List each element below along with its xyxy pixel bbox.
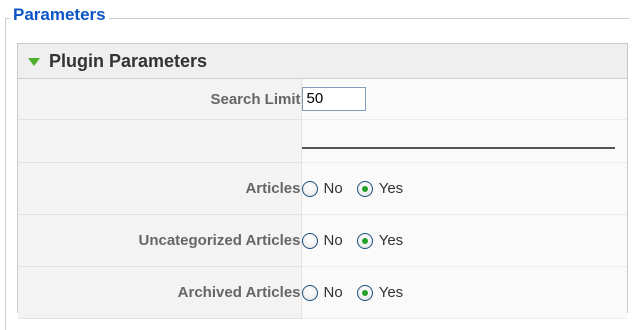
triangle-down-icon[interactable] (28, 58, 40, 66)
search-limit-label: Search Limit (18, 79, 302, 120)
plugin-parameters-header[interactable]: Plugin Parameters (18, 44, 627, 79)
articles-no-label[interactable]: No (324, 180, 343, 197)
articles-row: Articles No Yes (18, 162, 628, 215)
uncategorized-no-radio[interactable] (301, 232, 318, 249)
uncategorized-yes-label[interactable]: Yes (379, 232, 403, 249)
archived-no-radio[interactable] (301, 284, 318, 301)
articles-yes-label[interactable]: Yes (379, 180, 403, 197)
articles-no-radio[interactable] (301, 180, 318, 197)
archived-radio-group: No Yes (301, 284, 628, 301)
archived-articles-label: Archived Articles (18, 266, 302, 319)
articles-radio-group: No Yes (301, 180, 628, 197)
parameters-legend: Parameters (10, 4, 109, 26)
uncategorized-articles-label: Uncategorized Articles (18, 214, 302, 267)
uncategorized-radio-group: No Yes (301, 232, 628, 249)
articles-yes-radio[interactable] (356, 180, 373, 197)
spacer-row (18, 119, 627, 163)
spacer-divider (301, 147, 615, 149)
parameters-table: Search Limit 50 Articles No Yes Uncatego… (18, 79, 627, 319)
uncategorized-articles-row: Uncategorized Articles No Yes (18, 214, 628, 267)
archived-no-label[interactable]: No (324, 284, 343, 301)
search-limit-row: Search Limit 50 (18, 79, 627, 120)
articles-label: Articles (18, 162, 302, 215)
archived-yes-radio[interactable] (356, 284, 373, 301)
uncategorized-no-label[interactable]: No (324, 232, 343, 249)
uncategorized-yes-radio[interactable] (356, 232, 373, 249)
search-limit-input[interactable]: 50 (301, 87, 366, 111)
panel-title: Plugin Parameters (49, 50, 208, 71)
archived-yes-label[interactable]: Yes (379, 284, 403, 301)
plugin-parameters-panel: Plugin Parameters Search Limit 50 Articl… (17, 43, 628, 319)
archived-articles-row: Archived Articles No Yes (18, 266, 628, 319)
